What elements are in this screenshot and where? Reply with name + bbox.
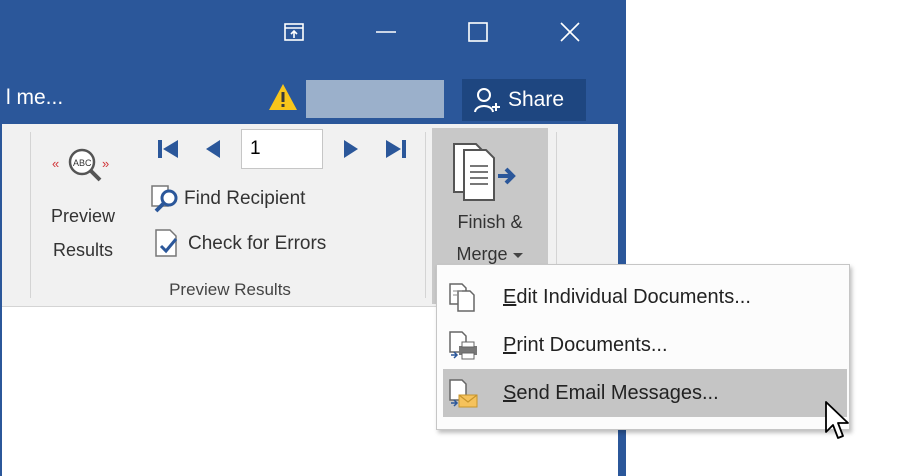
maximize-icon [468, 22, 488, 42]
finish-merge-menu: Edit Individual Documents... Print Docum… [436, 264, 850, 430]
menu-item-send-email-messages[interactable]: Send Email Messages... [443, 369, 847, 417]
finish-merge-label-line1: Finish & [457, 212, 523, 232]
mouse-cursor-icon [825, 401, 849, 439]
minimize-button[interactable] [364, 10, 408, 54]
maximize-button[interactable] [456, 10, 500, 54]
share-button[interactable]: Share [462, 79, 586, 121]
ribbon-separator [30, 132, 31, 298]
first-record-icon[interactable] [156, 138, 180, 160]
svg-text:ABC: ABC [73, 158, 92, 168]
find-recipient-icon [151, 185, 178, 213]
finish-merge-icon [453, 143, 516, 201]
account-name-redacted [306, 80, 444, 118]
record-number-input[interactable]: 1 [241, 129, 323, 169]
close-icon [560, 22, 580, 42]
close-button[interactable] [548, 10, 592, 54]
ribbon-separator [425, 132, 426, 298]
edit-documents-icon [449, 283, 475, 312]
ribbon-display-options-button[interactable] [272, 10, 316, 54]
group-label-preview-results: Preview Results [169, 280, 291, 299]
share-person-icon [474, 88, 500, 113]
preview-results-abc-icon: « ABC » [52, 148, 109, 182]
previous-record-icon[interactable] [204, 138, 222, 160]
ribbon-display-icon [284, 23, 304, 41]
warning-icon[interactable] [268, 83, 298, 111]
window-border-left [0, 0, 2, 476]
preview-label-line1: Preview [50, 206, 116, 226]
tell-me-input[interactable]: l me... [6, 86, 63, 110]
menu-item-print-documents[interactable]: Print Documents... [443, 321, 847, 369]
print-documents-icon [449, 331, 477, 360]
chevron-down-icon [512, 252, 523, 258]
find-recipient-label: Find Recipient [184, 188, 306, 209]
svg-text:«: « [52, 156, 59, 171]
menu-item-label: Edit Individual Documents... [503, 285, 751, 308]
preview-label-line2: Results [52, 240, 114, 260]
menu-item-label: Send Email Messages... [503, 381, 719, 404]
preview-results-button[interactable]: « ABC » Preview Results [34, 136, 132, 266]
check-errors-icon [155, 229, 178, 257]
check-for-errors-button[interactable]: Check for Errors [152, 226, 372, 262]
svg-text:»: » [102, 156, 109, 171]
next-record-icon[interactable] [342, 138, 360, 160]
minimize-icon [376, 31, 396, 33]
share-label: Share [508, 88, 565, 111]
check-errors-label: Check for Errors [188, 233, 327, 254]
menu-item-label: Print Documents... [503, 333, 668, 356]
menu-item-edit-individual-documents[interactable]: Edit Individual Documents... [443, 273, 847, 321]
last-record-icon[interactable] [384, 138, 408, 160]
finish-merge-label-line2: Merge [456, 244, 508, 264]
find-recipient-button[interactable]: Find Recipient [150, 182, 360, 216]
send-email-icon [449, 379, 478, 408]
